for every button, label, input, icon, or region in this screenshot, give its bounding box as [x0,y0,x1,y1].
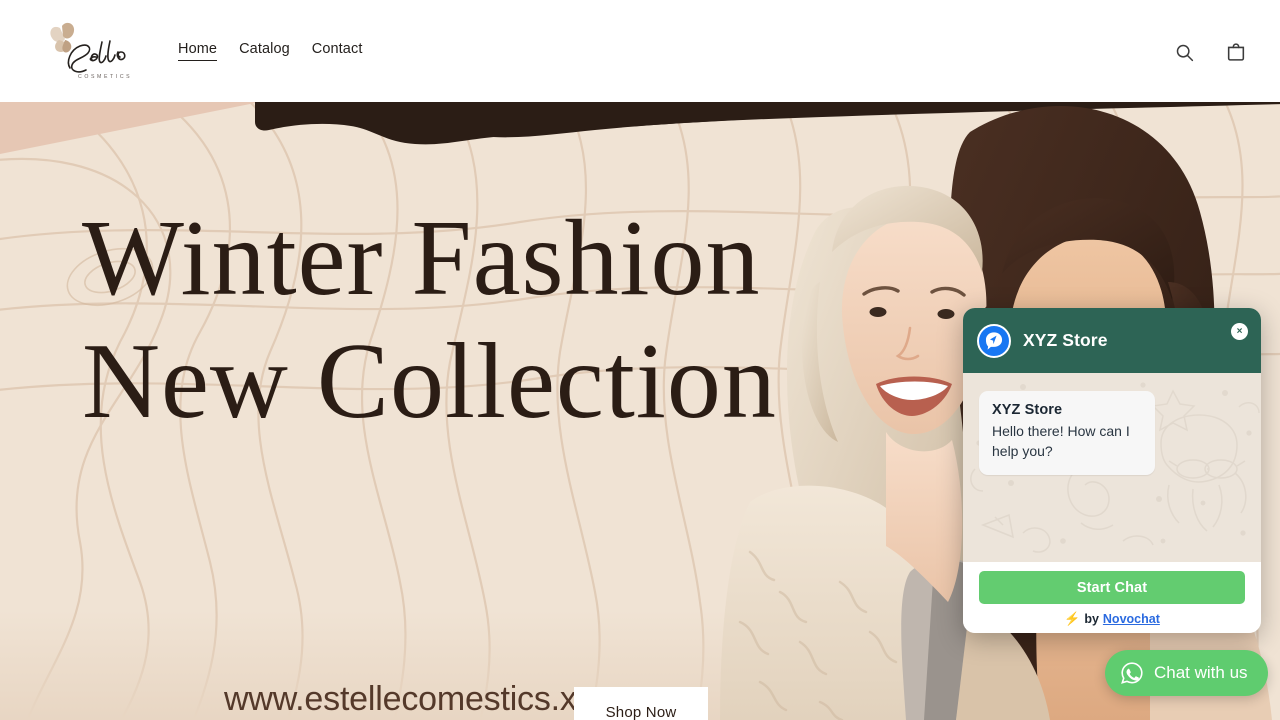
chat-message-area: XYZ Store Hello there! How can I help yo… [963,373,1261,562]
butterfly-icon: COSMETICS [50,22,132,80]
bolt-icon: ⚡ [1064,611,1081,626]
shop-now-button[interactable]: Shop Now [574,687,708,720]
header-actions [1168,36,1252,68]
logo[interactable]: COSMETICS [40,18,160,82]
novochat-avatar-icon [977,323,1011,358]
cart-button[interactable] [1220,36,1252,68]
chat-with-us-label: Chat with us [1154,663,1248,682]
search-icon [1176,44,1193,61]
chat-widget-title: XYZ Store [1023,330,1108,350]
chat-message-bubble: XYZ Store Hello there! How can I help yo… [979,391,1155,475]
svg-text:COSMETICS: COSMETICS [78,74,132,80]
chat-widget-footer: Start Chat ⚡ by Novochat [963,562,1261,633]
novochat-link[interactable]: Novochat [1103,612,1160,626]
whatsapp-icon [1121,662,1143,684]
nav-link-catalog[interactable]: Catalog [239,41,290,60]
cart-icon [1227,43,1245,61]
page-root: COSMETICS Home Catalog Contact Winter Fa… [0,0,1280,720]
hero-url-text: www.estellecomestics.xyz [224,680,611,718]
main-navigation: Home Catalog Contact [178,41,362,61]
chat-message-sender: XYZ Store [992,402,1063,418]
start-chat-button[interactable]: Start Chat [979,571,1245,604]
hero-headline: Winter Fashion New Collection [82,199,777,442]
site-header: COSMETICS Home Catalog Contact [0,0,1280,102]
search-button[interactable] [1168,36,1200,68]
nav-link-home[interactable]: Home [178,41,218,61]
nav-link-contact[interactable]: Contact [312,41,363,60]
chat-message-text: Hello there! How can I help you? [992,423,1130,460]
close-icon[interactable]: × [1231,323,1248,340]
chat-with-us-button[interactable]: Chat with us [1105,650,1268,696]
chat-widget-header: XYZ Store × [963,308,1261,373]
powered-by-text: by [1084,612,1099,626]
powered-by-label: ⚡ by Novochat [1064,611,1160,627]
speech-bubble-cursor-icon [985,331,1003,350]
chat-widget: XYZ Store × XYZ Store Hello there! How c… [963,308,1261,633]
